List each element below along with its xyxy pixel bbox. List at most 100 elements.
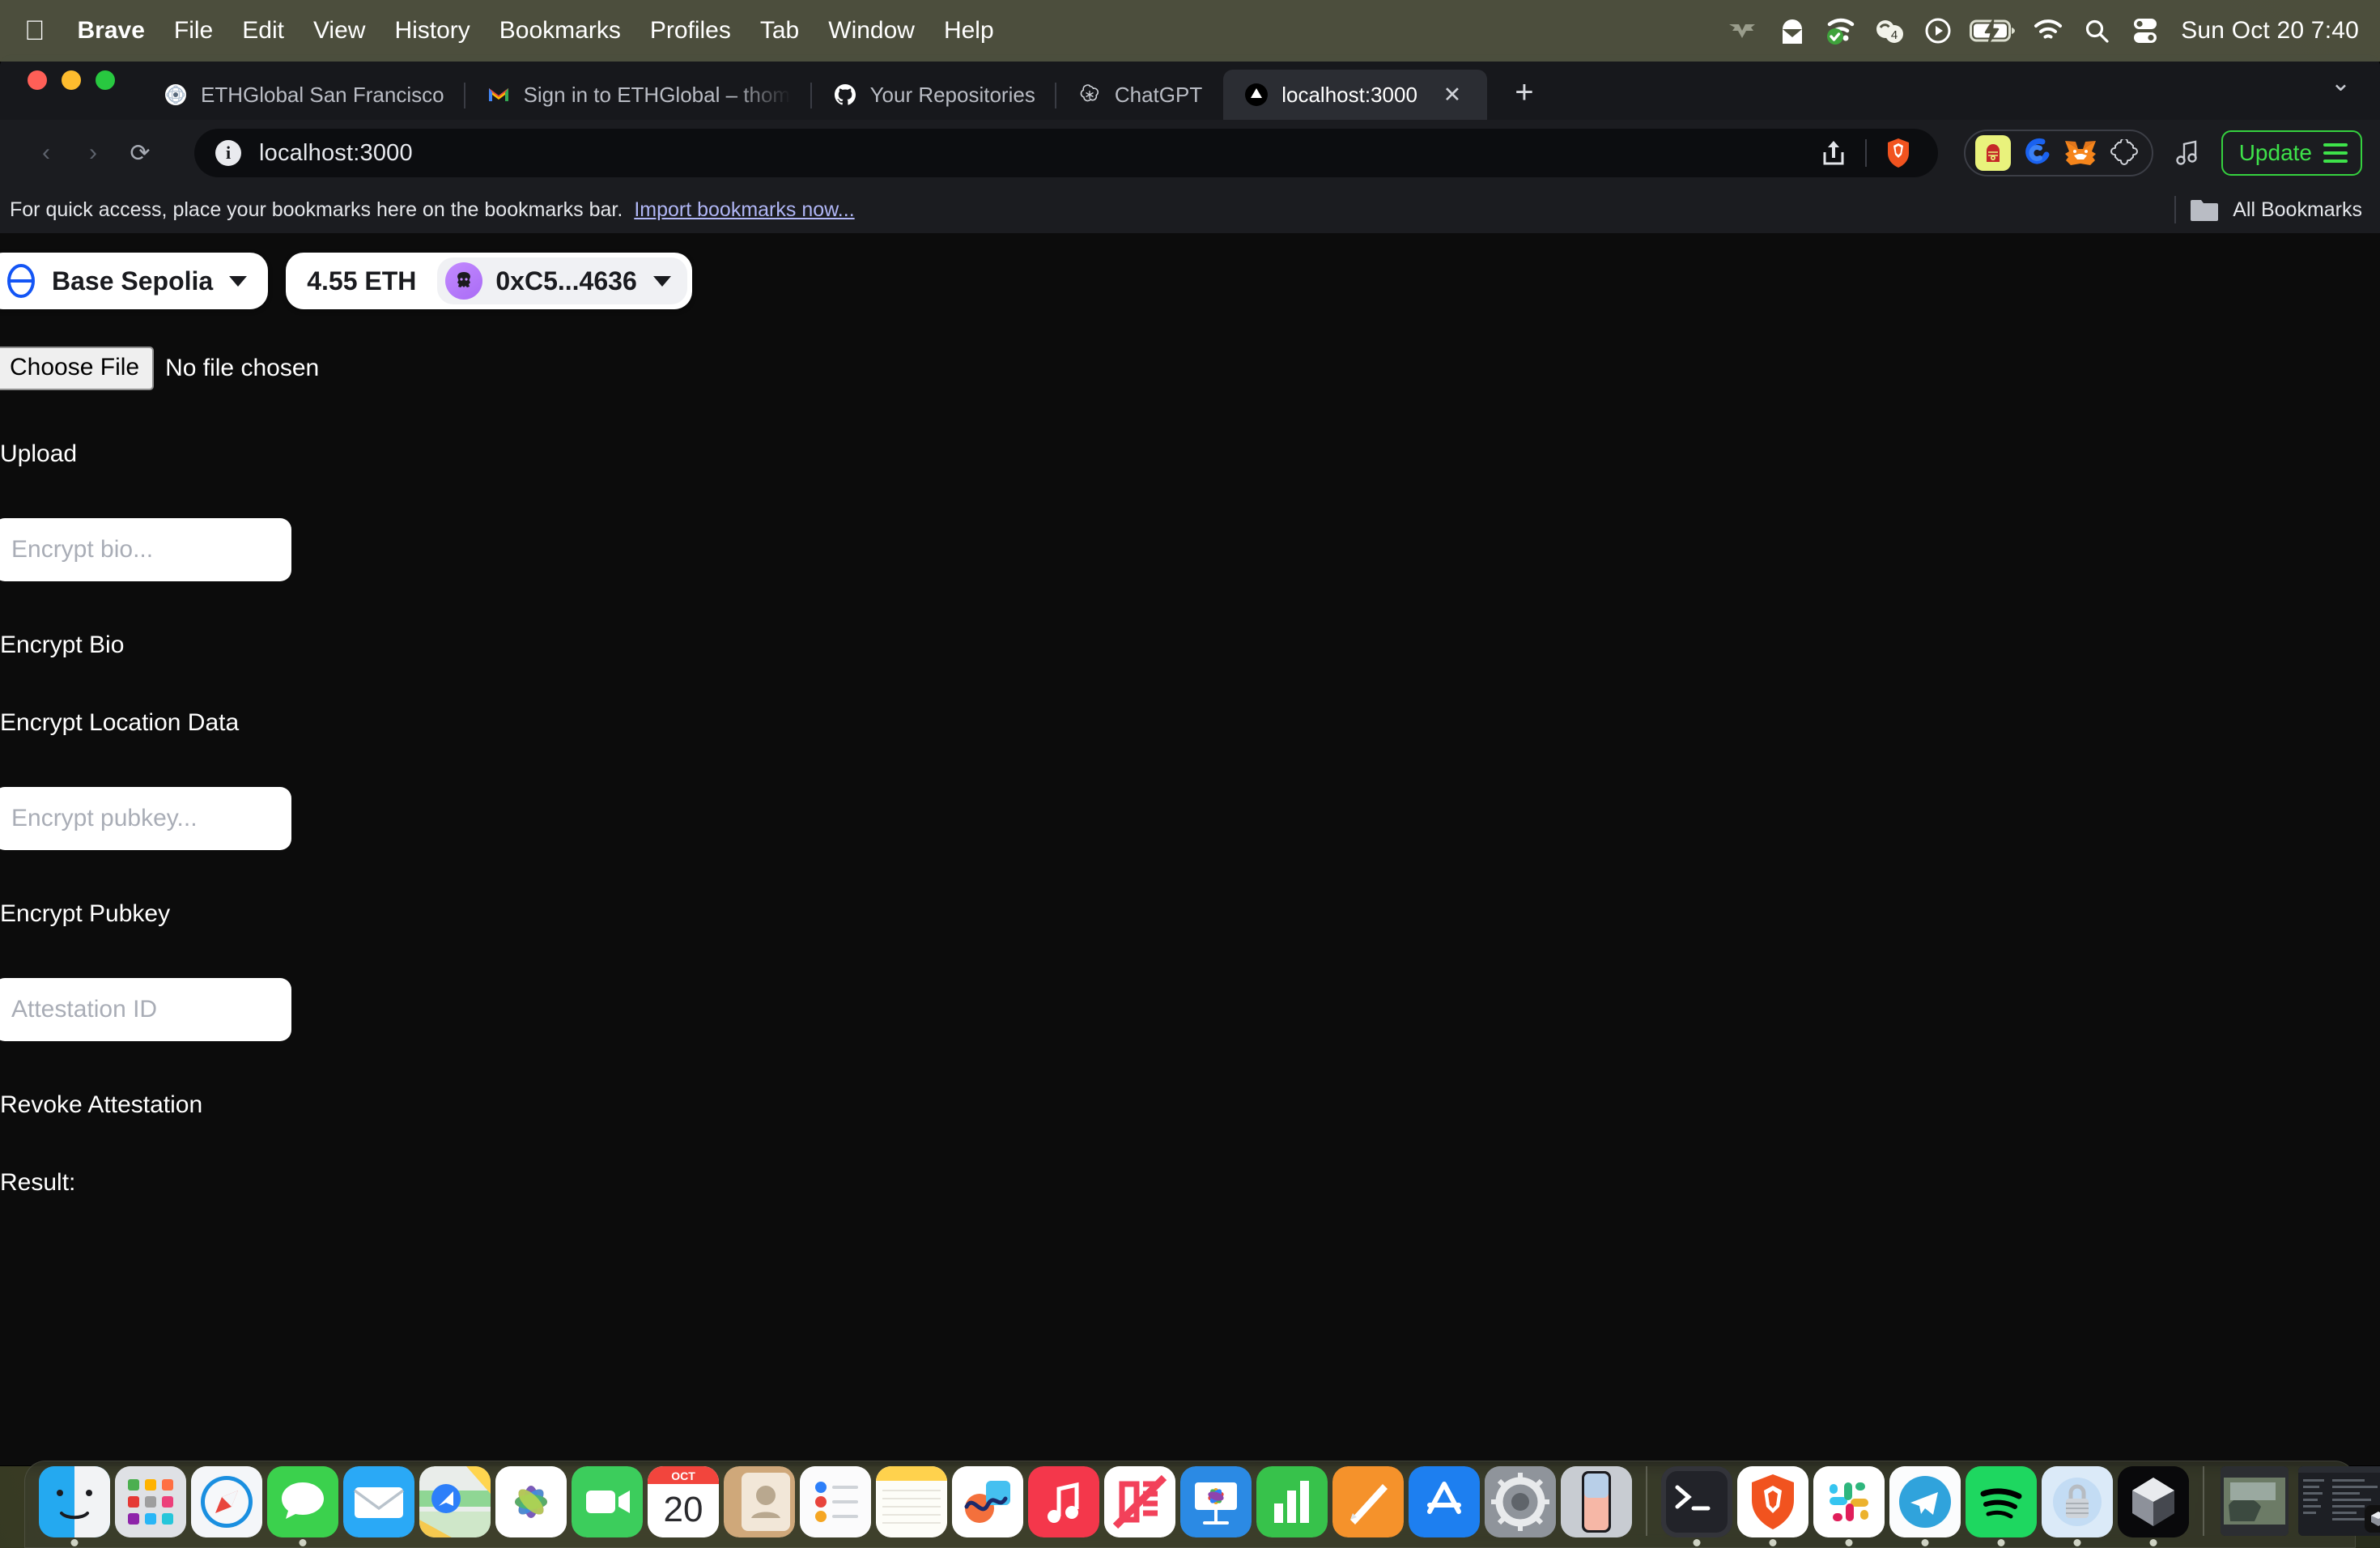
menu-item-file[interactable]: File [159, 14, 227, 48]
dock-item-notes[interactable] [873, 1466, 950, 1537]
vercel-wings-icon[interactable] [1721, 13, 1766, 49]
tab-ethglobal-san-francisco[interactable]: ETHGlobal San Francisco [142, 70, 465, 120]
gmail-icon [487, 83, 511, 107]
dock-item-contacts[interactable] [721, 1466, 797, 1537]
menu-item-window[interactable]: Window [814, 14, 929, 48]
dock-item-maps[interactable] [417, 1466, 493, 1537]
dock-item-photos[interactable] [493, 1466, 569, 1537]
dock-item-brave-browser[interactable] [1735, 1466, 1811, 1546]
close-icon[interactable]: ✕ [1439, 81, 1466, 108]
dock-item-app-store[interactable] [1406, 1466, 1482, 1537]
metamask-fox-icon[interactable] [2063, 135, 2098, 171]
minimized-window-photo[interactable] [2221, 1466, 2289, 1536]
wallet-puzzle-icon[interactable] [2106, 135, 2142, 171]
menu-item-bookmarks[interactable]: Bookmarks [485, 14, 635, 48]
forward-icon[interactable]: › [70, 130, 117, 176]
coinbase-wallet-icon[interactable] [2019, 135, 2055, 171]
encrypt-pubkey-input[interactable] [0, 787, 291, 850]
chevron-down-icon[interactable] [229, 275, 248, 287]
dock-item-calendar[interactable]: OCT 20 [645, 1466, 721, 1537]
dock-item-safari[interactable] [189, 1466, 265, 1537]
brave-shields-icon[interactable] [1876, 131, 1920, 175]
share-icon[interactable] [1812, 131, 1855, 175]
encrypt-location-data-button[interactable]: Encrypt Location Data [0, 709, 239, 737]
minimized-window-code[interactable] [2298, 1466, 2380, 1536]
menu-item-brave[interactable]: Brave [63, 14, 159, 48]
dock-item-music[interactable] [1026, 1466, 1102, 1537]
revoke-row: Revoke Attestation [0, 1091, 2380, 1119]
revoke-attestation-button[interactable]: Revoke Attestation [0, 1091, 202, 1119]
back-icon[interactable]: ‹ [23, 130, 70, 176]
apple-logo-icon[interactable]:  [24, 12, 63, 49]
chevron-down-icon[interactable]: ⌄ [2319, 69, 2362, 97]
site-info-icon[interactable]: i [215, 140, 241, 166]
dock-item-cursor[interactable] [2115, 1466, 2191, 1546]
dock-item-iphone-mirroring[interactable] [1558, 1466, 1634, 1537]
dock-item-mail[interactable] [341, 1466, 417, 1537]
music-note-icon[interactable] [2165, 131, 2208, 175]
close-window-button[interactable] [28, 70, 47, 90]
tab-your-repositories[interactable]: Your Repositories [810, 70, 1056, 120]
dock-item-facetime[interactable] [569, 1466, 645, 1537]
import-bookmarks-link[interactable]: Import bookmarks now... [634, 198, 854, 222]
dock-item-reminders[interactable] [797, 1466, 873, 1537]
dock-item-spotify[interactable] [1963, 1466, 2039, 1546]
network-selector-button[interactable]: Base Sepolia [0, 253, 269, 309]
upload-button[interactable]: Upload [0, 440, 77, 468]
encrypt-bio-input[interactable] [0, 518, 291, 581]
hamburger-menu-icon[interactable] [2323, 143, 2348, 163]
all-bookmarks-button[interactable]: All Bookmarks [2233, 198, 2362, 222]
github-icon [833, 83, 857, 107]
new-tab-button[interactable]: + [1502, 70, 1547, 115]
menu-item-view[interactable]: View [299, 14, 380, 48]
search-icon[interactable] [2074, 13, 2119, 49]
menu-item-history[interactable]: History [380, 14, 484, 48]
dock-item-system-settings[interactable] [1482, 1466, 1558, 1537]
control-center-icon[interactable] [2123, 13, 2168, 49]
battery-charging-icon[interactable] [1964, 13, 2022, 49]
grammarly-badge-4-icon[interactable]: 4 [1867, 13, 1912, 49]
dock-item-keynote[interactable] [1178, 1466, 1254, 1537]
dock-item-numbers[interactable] [1254, 1466, 1330, 1537]
dock-item-telegram[interactable] [1887, 1466, 1963, 1546]
account-address-chip[interactable]: 0xC5...4636 [437, 257, 687, 304]
menu-item-help[interactable]: Help [929, 14, 1009, 48]
dock-item-finder[interactable] [36, 1466, 113, 1546]
dock-item-pages[interactable] [1330, 1466, 1406, 1537]
play-circle-icon[interactable] [1915, 13, 1961, 49]
bookmarks-bar: For quick access, place your bookmarks h… [0, 186, 2380, 233]
dock-item-launchpad[interactable] [113, 1466, 189, 1537]
maximize-window-button[interactable] [96, 70, 115, 90]
account-button[interactable]: 4.55 ETH 0xC5...4636 [286, 253, 692, 309]
wifi-icon[interactable] [2025, 13, 2071, 49]
wifi-check-icon[interactable] [1818, 13, 1864, 49]
rainbow-wallet-icon[interactable] [1974, 135, 2011, 171]
dock-item-1password[interactable] [2039, 1466, 2115, 1546]
tab-localhost-3000[interactable]: localhost:3000 ✕ [1223, 70, 1487, 120]
dock-item-messages[interactable] [265, 1466, 341, 1546]
menu-item-profiles[interactable]: Profiles [635, 14, 746, 48]
dock-divider [1646, 1466, 1647, 1536]
dock-item-terminal[interactable] [1659, 1466, 1735, 1546]
running-indicator [1997, 1539, 2005, 1546]
reload-icon[interactable]: ⟳ [117, 130, 164, 176]
update-button[interactable]: Update [2221, 130, 2362, 176]
choose-file-button[interactable]: Choose File [0, 347, 155, 390]
menu-bar-clock[interactable]: Sun Oct 20 7:40 [2181, 17, 2359, 45]
tab-strip: ETHGlobal San Francisco Sign in to ETHGl… [0, 55, 2380, 120]
menu-item-tab[interactable]: Tab [746, 14, 814, 48]
encrypt-bio-button[interactable]: Encrypt Bio [0, 632, 124, 659]
dock-item-freeform[interactable] [950, 1466, 1026, 1537]
minimize-window-button[interactable] [62, 70, 81, 90]
mailbox-icon[interactable] [1770, 13, 1815, 49]
attestation-id-input[interactable] [0, 978, 291, 1041]
address-bar[interactable]: i localhost:3000 [194, 129, 1938, 177]
extensions-group [1963, 130, 2153, 176]
menu-item-edit[interactable]: Edit [227, 14, 299, 48]
dock-item-news[interactable] [1102, 1466, 1178, 1537]
chevron-down-icon[interactable] [652, 275, 671, 287]
tab-sign-in-to-ethglobal[interactable]: Sign in to ETHGlobal – thomasr92 [463, 70, 812, 120]
tab-chatgpt[interactable]: ChatGPT [1054, 70, 1223, 120]
encrypt-pubkey-button[interactable]: Encrypt Pubkey [0, 900, 170, 928]
dock-item-slack[interactable] [1811, 1466, 1887, 1546]
